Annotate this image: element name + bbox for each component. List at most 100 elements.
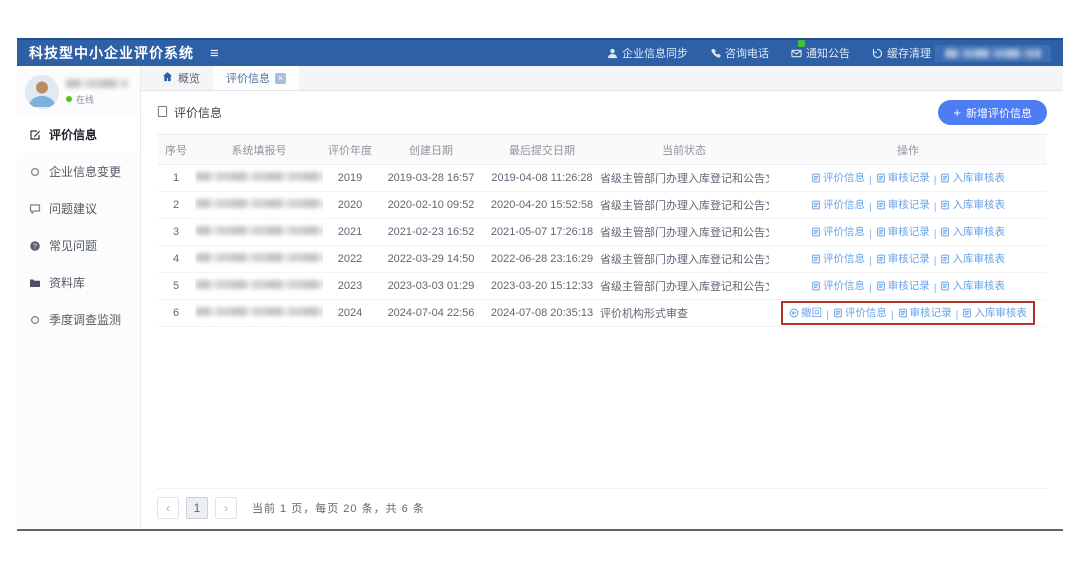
edit-icon — [29, 129, 41, 141]
home-icon — [162, 71, 173, 85]
redacted-profile-name — [66, 79, 128, 88]
operation-separator: | — [934, 174, 937, 186]
redacted-filing-number — [196, 280, 323, 289]
column-header: 系统填报号 — [195, 135, 323, 165]
operation-label: 评价信息 — [845, 305, 887, 320]
operation-label: 审核记录 — [888, 170, 930, 185]
sidebar-item-6[interactable]: 季度调查监测 — [17, 301, 140, 338]
operation-label: 评价信息 — [823, 278, 865, 293]
cell-operations: 评价信息|审核记录|入库审核表 — [769, 219, 1047, 246]
operation-link-info[interactable]: 评价信息 — [811, 251, 865, 266]
operation-label: 审核记录 — [888, 224, 930, 239]
operation-link-record[interactable]: 审核记录 — [876, 170, 930, 185]
sidebar-item-3[interactable]: 问题建议 — [17, 190, 140, 227]
operation-link-record[interactable]: 审核记录 — [876, 197, 930, 212]
operation-link-form[interactable]: 入库审核表 — [940, 197, 1005, 212]
operation-link-info[interactable]: 评价信息 — [811, 278, 865, 293]
tab-close-icon[interactable]: × — [275, 73, 286, 84]
question-icon: ? — [29, 240, 41, 252]
sidebar-item-label: 评价信息 — [49, 126, 97, 143]
column-header: 序号 — [157, 135, 195, 165]
operation-link-form[interactable]: 入库审核表 — [940, 251, 1005, 266]
operation-label: 入库审核表 — [952, 197, 1005, 212]
cell-operations: 评价信息|审核记录|入库审核表 — [769, 165, 1047, 192]
cell-status: 省级主管部门办理入库登记和公告文件 — [599, 192, 769, 219]
topbar-item-3[interactable]: 通知公告 — [791, 45, 850, 61]
tab-1[interactable]: 概览 — [149, 66, 213, 90]
redacted-filing-number — [196, 199, 323, 208]
redacted-filing-number — [196, 172, 323, 181]
doc-icon — [898, 308, 908, 318]
column-header: 创建日期 — [377, 135, 485, 165]
content-title-row: 评价信息 + 新增评价信息 — [157, 100, 1047, 125]
column-header: 评价年度 — [323, 135, 377, 165]
operation-separator: | — [869, 282, 872, 294]
operation-label: 入库审核表 — [974, 305, 1027, 320]
operation-link-form[interactable]: 入库审核表 — [940, 278, 1005, 293]
content-panel: 评价信息 + 新增评价信息 序号系统填报号评价年度创建日期最后提交日期当前状态操… — [141, 91, 1063, 529]
sidebar-item-2[interactable]: 企业信息变更 — [17, 153, 140, 190]
operation-link-record[interactable]: 审核记录 — [898, 305, 952, 320]
cell-index: 4 — [157, 246, 195, 273]
next-page-button[interactable]: › — [215, 497, 237, 519]
operation-link-form[interactable]: 入库审核表 — [940, 224, 1005, 239]
topbar-item-1[interactable]: 企业信息同步 — [607, 45, 688, 61]
page-1-button[interactable]: 1 — [186, 497, 208, 519]
user-profile: 在线 — [17, 66, 140, 116]
app-window: 科技型中小企业评价系统 ≡ 企业信息同步咨询电话通知公告缓存清理 在线 评 — [17, 38, 1063, 531]
operation-label: 入库审核表 — [952, 278, 1005, 293]
operation-link-form[interactable]: 入库审核表 — [940, 170, 1005, 185]
menu-toggle-icon[interactable]: ≡ — [210, 46, 219, 61]
avatar — [25, 75, 59, 109]
app-body: 在线 评价信息企业信息变更问题建议?常见问题资料库季度调查监测 概览评价信息× … — [17, 66, 1063, 529]
topbar-item-label: 企业信息同步 — [622, 45, 688, 61]
cell-status: 省级主管部门办理入库登记和公告文件 — [599, 219, 769, 246]
operation-link-info[interactable]: 评价信息 — [811, 224, 865, 239]
cell-operations: 撤回|评价信息|审核记录|入库审核表 — [769, 300, 1047, 327]
column-header: 当前状态 — [599, 135, 769, 165]
doc-icon — [876, 281, 886, 291]
topbar-item-2[interactable]: 咨询电话 — [710, 45, 769, 61]
operation-link-info[interactable]: 评价信息 — [833, 305, 887, 320]
cell-index: 5 — [157, 273, 195, 300]
operation-label: 评价信息 — [823, 197, 865, 212]
doc-icon — [811, 200, 821, 210]
redacted-filing-number — [196, 226, 323, 235]
topbar-item-4[interactable]: 缓存清理 — [872, 45, 931, 61]
table-row-5: 520232023-03-03 01:292023-03-20 15:12:33… — [157, 273, 1047, 300]
redacted-filing-number — [196, 253, 323, 262]
prev-page-button[interactable]: ‹ — [157, 497, 179, 519]
cell-submitted-date: 2019-04-08 11:26:28 — [485, 165, 599, 192]
doc-icon — [811, 254, 821, 264]
cell-status: 省级主管部门办理入库登记和公告文件 — [599, 273, 769, 300]
table-body: 120192019-03-28 16:572019-04-08 11:26:28… — [157, 165, 1047, 327]
operation-link-record[interactable]: 审核记录 — [876, 278, 930, 293]
cell-year: 2022 — [323, 246, 377, 273]
cell-index: 6 — [157, 300, 195, 327]
cell-created-date: 2019-03-28 16:57 — [377, 165, 485, 192]
plus-icon: + — [953, 106, 961, 119]
doc-icon — [940, 173, 950, 183]
app-header: 科技型中小企业评价系统 ≡ 企业信息同步咨询电话通知公告缓存清理 — [17, 38, 1063, 66]
operation-separator: | — [869, 228, 872, 240]
operation-link-info[interactable]: 评价信息 — [811, 170, 865, 185]
operation-link-withdraw[interactable]: 撤回 — [789, 305, 822, 320]
operation-link-record[interactable]: 审核记录 — [876, 224, 930, 239]
user-icon — [607, 48, 618, 59]
sidebar-item-5[interactable]: 资料库 — [17, 264, 140, 301]
operation-link-form[interactable]: 入库审核表 — [962, 305, 1027, 320]
topbar-item-label: 咨询电话 — [725, 45, 769, 61]
sidebar-item-label: 常见问题 — [49, 237, 97, 254]
tab-2[interactable]: 评价信息× — [213, 66, 299, 90]
operation-label: 评价信息 — [823, 224, 865, 239]
evaluation-table: 序号系统填报号评价年度创建日期最后提交日期当前状态操作 120192019-03… — [157, 134, 1047, 327]
cell-operations: 评价信息|审核记录|入库审核表 — [769, 192, 1047, 219]
sidebar-item-1[interactable]: 评价信息 — [17, 116, 140, 153]
topbar-user[interactable] — [935, 45, 1051, 62]
pagination: ‹ 1 › 当前 1 页，每页 20 条，共 6 条 — [157, 488, 1047, 529]
sidebar-item-4[interactable]: ? 常见问题 — [17, 227, 140, 264]
redacted-filing-number — [196, 307, 323, 316]
operation-link-record[interactable]: 审核记录 — [876, 251, 930, 266]
operation-link-info[interactable]: 评价信息 — [811, 197, 865, 212]
add-evaluation-button[interactable]: + 新增评价信息 — [938, 100, 1047, 125]
